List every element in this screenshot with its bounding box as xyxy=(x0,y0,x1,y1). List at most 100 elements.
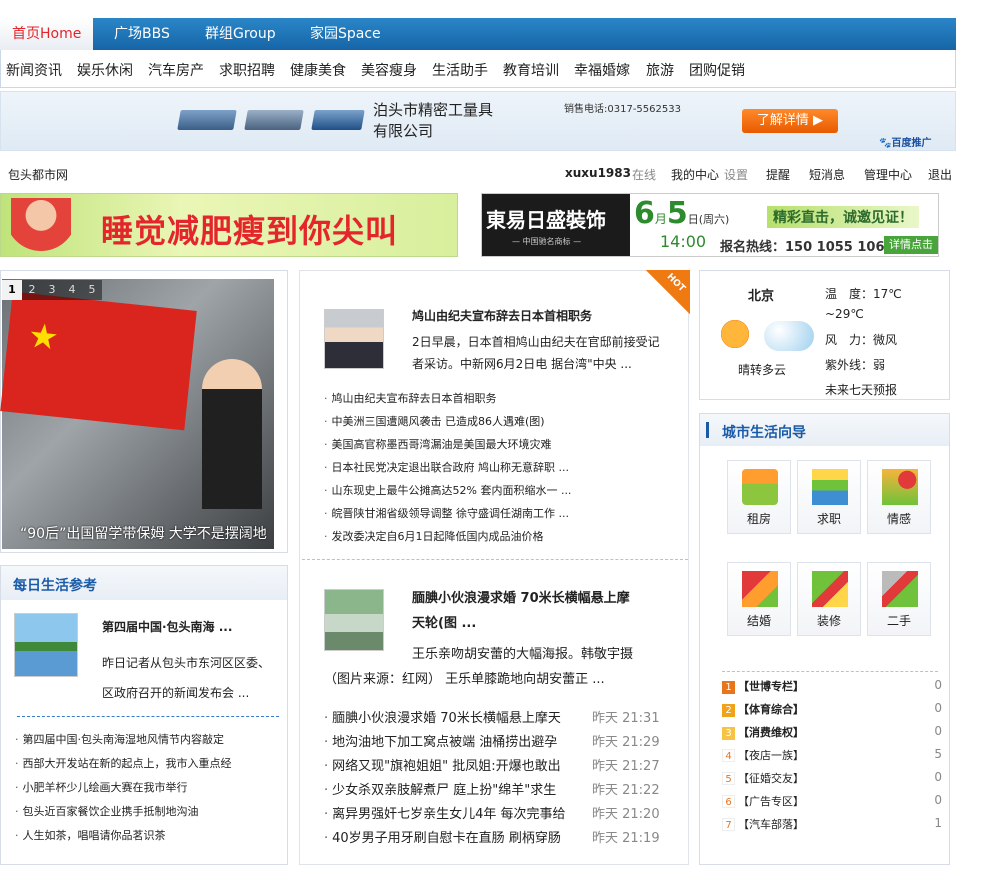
board-row[interactable]: 4 【夜店一族】 5 xyxy=(722,747,942,770)
ad-banner-tools[interactable]: 泊头市精密工量具 有限公司 销售电话:0317-5562533 了解详情 ▶ 🐾… xyxy=(0,91,956,151)
news-time: 昨天 21:27 xyxy=(592,759,660,774)
board-row[interactable]: 6 【广告专区】 0 xyxy=(722,793,942,816)
ad-details-button[interactable]: 了解详情 ▶ xyxy=(742,109,838,133)
news-item[interactable]: 鸠山由纪夫宣布辞去日本首相职务 xyxy=(324,390,497,406)
list-item[interactable]: 第四届中国·包头南海湿地风情节内容敲定 xyxy=(15,731,225,747)
featured-title[interactable]: 第四届中国·包头南海 ... xyxy=(102,618,232,635)
news-photo[interactable] xyxy=(324,309,384,369)
slide-page-2[interactable]: 2 xyxy=(22,280,42,300)
board-row[interactable]: 5 【征婚交友】 0 xyxy=(722,770,942,793)
headline-title[interactable]: 腼腆小伙浪漫求婚 70米长横幅悬上摩 xyxy=(412,587,630,606)
nav-group[interactable]: 群组Group xyxy=(205,18,276,50)
board-row[interactable]: 3 【消费维权】 0 xyxy=(722,724,942,747)
news-time: 昨天 21:29 xyxy=(592,735,660,750)
tool-image xyxy=(244,110,304,130)
guide-decor-button[interactable]: 装修 xyxy=(797,562,861,636)
list-item[interactable]: 人生如茶，唱唱请你品茗识茶 xyxy=(15,827,166,843)
board-row[interactable]: 2 【体育综合】 0 xyxy=(722,701,942,724)
divider xyxy=(302,559,688,560)
list-item[interactable]: 包头近百家餐饮企业携手抵制地沟油 xyxy=(15,803,199,819)
my-center-link[interactable]: 我的中心 xyxy=(671,166,719,183)
board-row[interactable]: 1 【世博专栏】 0 xyxy=(722,678,942,701)
ad-banner-decoration[interactable]: 東易日盛裝饰 — 中国驰名商标 — 6月5日(周六) 14:00 精彩直击，诚邀… xyxy=(481,193,939,257)
news-item[interactable]: 皖晋陕甘湘省级领导调整 徐守盛调任湖南工作 ... xyxy=(324,505,569,521)
news-item[interactable]: 中美洲三国遭飓风袭击 已造成86人遇难(图) xyxy=(324,413,545,429)
weather-uv: 紫外线：弱 xyxy=(825,358,886,372)
category-education[interactable]: 教育培训 xyxy=(503,60,559,80)
slideshow-pager: 1 2 3 4 5 xyxy=(2,280,102,300)
news-photo[interactable] xyxy=(324,589,384,651)
news-item[interactable]: 40岁男子用牙刷自慰卡在直肠 刷柄穿肠 xyxy=(324,827,561,846)
guide-wedding-button[interactable]: 结婚 xyxy=(727,562,791,636)
category-helper[interactable]: 生活助手 xyxy=(432,60,488,80)
category-groupbuy[interactable]: 团购促销 xyxy=(689,60,745,80)
ad-phone: 销售电话:0317-5562533 xyxy=(564,104,681,115)
heart-icon xyxy=(882,469,918,505)
event-time: 14:00 xyxy=(660,232,707,251)
flag-image: ★ xyxy=(0,291,197,431)
category-beauty[interactable]: 美容瘦身 xyxy=(361,60,417,80)
remind-link[interactable]: 提醒 xyxy=(766,166,790,183)
news-item[interactable]: 少女杀双亲肢解煮尸 庭上扮"绵羊"求生 xyxy=(324,779,556,798)
logout-link[interactable]: 退出 xyxy=(928,166,952,183)
category-wedding[interactable]: 幸福婚嫁 xyxy=(574,60,630,80)
news-item[interactable]: 地沟油地下加工窝点被端 油桶捞出避孕 xyxy=(324,731,557,750)
slide-page-4[interactable]: 4 xyxy=(62,280,82,300)
admin-center-link[interactable]: 管理中心 xyxy=(864,166,912,183)
nav-bbs[interactable]: 广场BBS xyxy=(114,18,170,50)
featured-desc: 区政府召开的新闻发布会 ... xyxy=(102,686,250,700)
weather-temp: ~29℃ xyxy=(825,307,864,321)
board-row[interactable]: 7 【汽车部落】 1 xyxy=(722,816,942,839)
daily-life-panel: 每日生活参考 第四届中国·包头南海 ... 昨日记者从包头市东河区区委、 区政府… xyxy=(0,565,288,865)
nav-home[interactable]: 首页Home xyxy=(0,18,94,50)
guide-rent-button[interactable]: 租房 xyxy=(727,460,791,534)
online-status: 在线 xyxy=(632,168,657,182)
city-guide-title: 城市生活向导 xyxy=(722,425,806,441)
news-item[interactable]: 山东现史上最牛公摊高达52% 套内面积缩水一 ... xyxy=(324,482,572,498)
guide-secondhand-button[interactable]: 二手 xyxy=(867,562,931,636)
news-item[interactable]: 发改委决定自6月1日起降低国内成品油价格 xyxy=(324,528,544,544)
username-link[interactable]: xuxu1983 xyxy=(565,166,631,180)
slideshow-caption[interactable]: “90后”出国留学带保姆 大学不是摆阔地 xyxy=(20,523,267,543)
news-item[interactable]: 日本社民党决定退出联合政府 鸠山称无意辞职 ... xyxy=(324,459,569,475)
headline-title[interactable]: 鸠山由纪夫宣布辞去日本首相职务 xyxy=(412,307,592,324)
category-food[interactable]: 健康美食 xyxy=(290,60,346,80)
divider xyxy=(17,716,279,717)
sms-link[interactable]: 短消息 xyxy=(809,166,845,183)
category-news[interactable]: 新闻资讯 xyxy=(6,60,62,80)
category-jobs[interactable]: 求职招聘 xyxy=(219,60,275,80)
tool-image xyxy=(311,110,365,130)
slideshow-photo[interactable]: ★ “90后”出国留学带保姆 大学不是摆阔地 xyxy=(0,279,274,549)
list-item[interactable]: 西部大开发站在新的起点上，我市入重点经 xyxy=(15,755,232,771)
headline-desc: 王乐亲吻胡安蕾的大幅海报。韩敬宇摄 xyxy=(412,647,634,662)
headline-title[interactable]: 天轮(图 ... xyxy=(412,612,476,631)
category-auto-housing[interactable]: 汽车房产 xyxy=(148,60,204,80)
lake-thumbnail[interactable] xyxy=(14,613,78,677)
slide-page-1[interactable]: 1 xyxy=(2,280,22,300)
model-image xyxy=(11,198,71,256)
news-item[interactable]: 美国高官称墨西哥湾漏油是美国最大环境灾难 xyxy=(324,436,552,452)
top-nav: 首页Home 广场BBS 群组Group 家园Space xyxy=(0,18,956,50)
nav-space[interactable]: 家园Space xyxy=(310,18,381,50)
board-list: 1 【世博专栏】 0 2 【体育综合】 0 3 【消费维权】 0 4 【夜店一族】 5 … xyxy=(722,678,942,839)
slide-page-5[interactable]: 5 xyxy=(82,280,102,300)
category-travel[interactable]: 旅游 xyxy=(646,60,674,80)
weather-forecast-link[interactable]: 未来七天预报 xyxy=(825,381,897,398)
news-item[interactable]: 腼腆小伙浪漫求婚 70米长横幅悬上摩天 xyxy=(324,707,561,726)
books-icon xyxy=(812,469,848,505)
news-item[interactable]: 离异男强奸七岁亲生女儿4年 每次完事给 xyxy=(324,803,565,822)
city-guide-panel: 城市生活向导 租房 求职 情感 结婚 装修 二手 1 【世博专栏】 0 2 【体育综… xyxy=(699,413,950,865)
list-item[interactable]: 小肥羊杯少儿绘画大赛在我市举行 xyxy=(15,779,188,795)
headline-desc: 者采访。中新网6月2日电 据台湾"中央 ... xyxy=(412,357,632,371)
ad-banner-diet[interactable]: 睡觉减肥瘦到你尖叫 xyxy=(0,193,458,257)
event-slogan: 精彩直击，诚邀见证！ xyxy=(767,206,919,228)
event-details-button[interactable]: 详情点击 xyxy=(884,236,938,254)
ad-diet-text: 睡觉减肥瘦到你尖叫 xyxy=(101,212,399,250)
category-entertainment[interactable]: 娱乐休闲 xyxy=(77,60,133,80)
settings-link[interactable]: 设置 xyxy=(724,166,748,183)
slide-page-3[interactable]: 3 xyxy=(42,280,62,300)
guide-jobs-button[interactable]: 求职 xyxy=(797,460,861,534)
featured-desc: 昨日记者从包头市东河区区委、 xyxy=(102,656,271,670)
guide-love-button[interactable]: 情感 xyxy=(867,460,931,534)
news-item[interactable]: 网络又现"旗袍姐姐" 批凤姐:开爆也敢出 xyxy=(324,755,560,774)
